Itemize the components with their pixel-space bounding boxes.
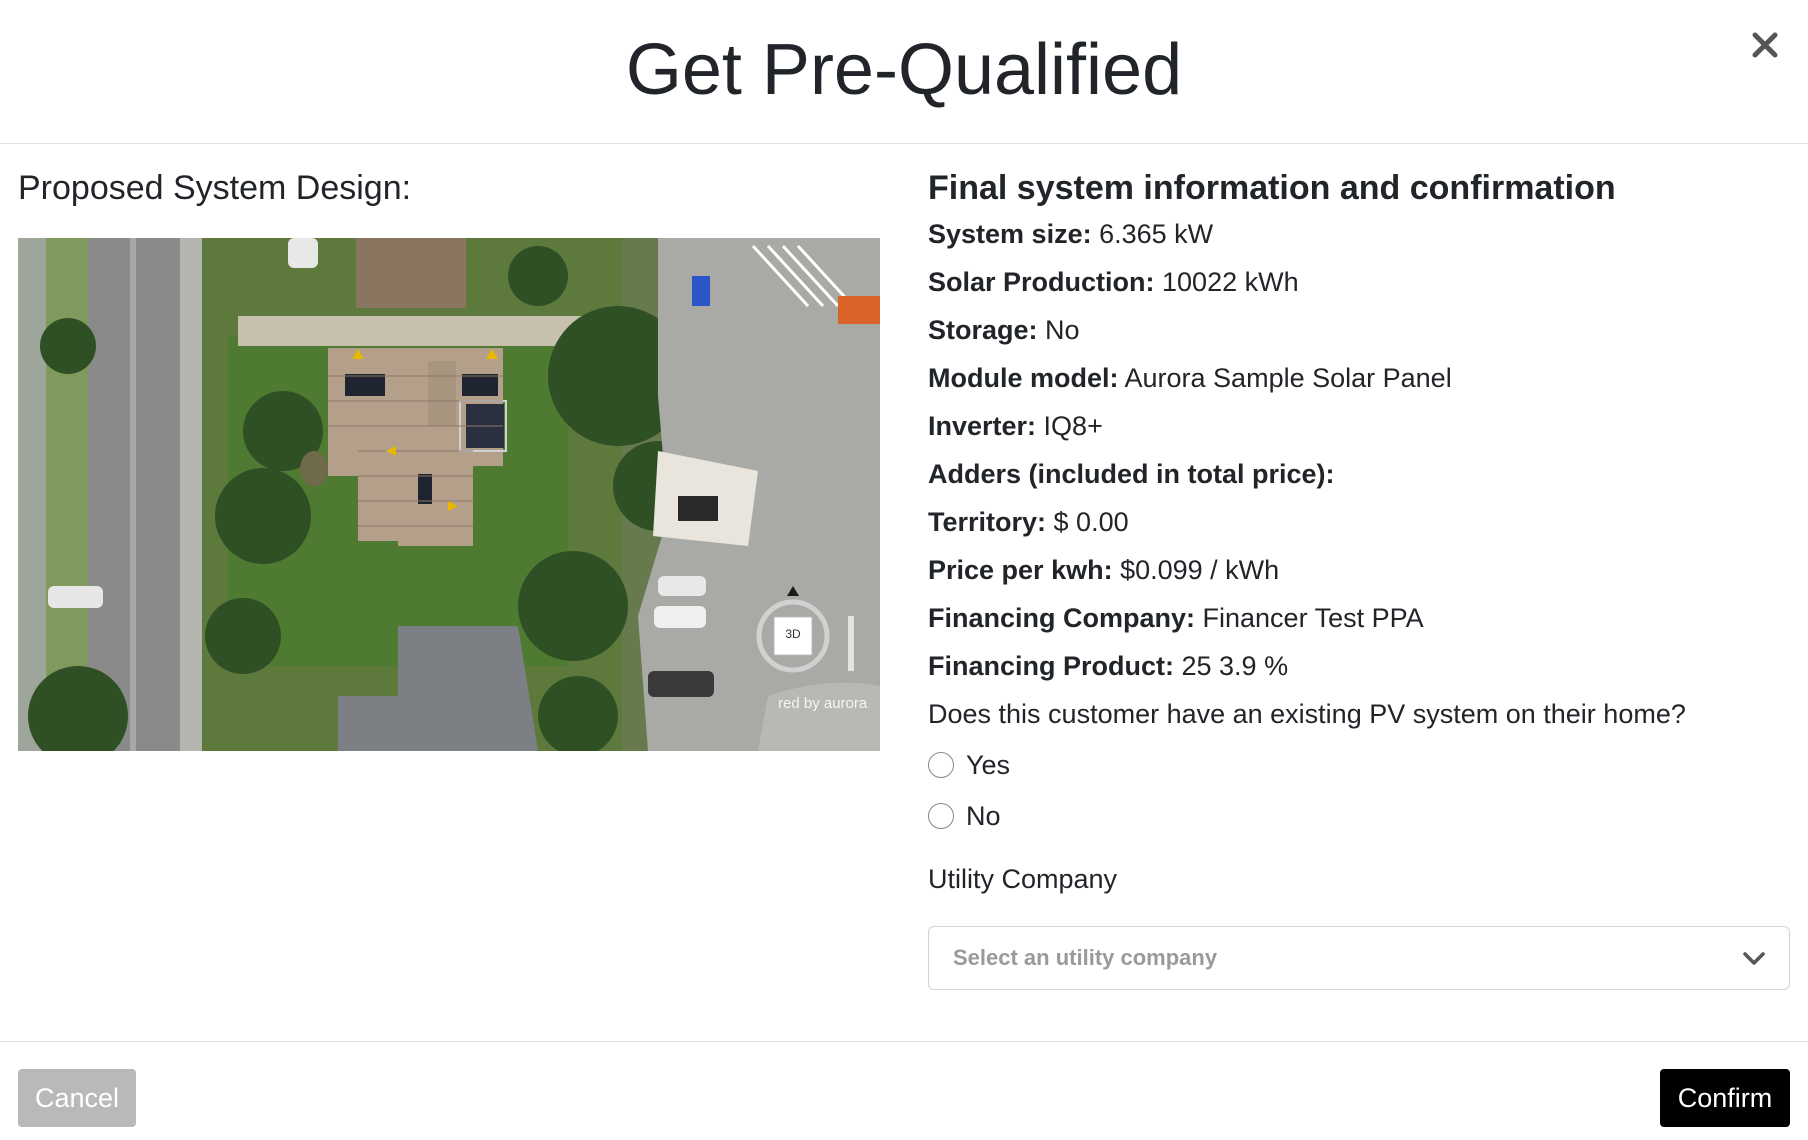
system-info-value: $0.099 / kWh [1112,555,1280,585]
no-radio-label: No [966,801,1001,831]
system-info-row: System size: 6.365 kW [928,218,1790,250]
system-info-value: 25 3.9 % [1174,651,1289,681]
system-info-row: Inverter: IQ8+ [928,410,1790,442]
system-info-panel: Final system information and confirmatio… [928,166,1790,990]
system-info-value: Financer Test PPA [1195,603,1424,633]
modal-title: Get Pre-Qualified [625,30,1183,110]
system-info-row: Module model: Aurora Sample Solar Panel [928,362,1790,394]
system-info-value: 6.365 kW [1091,219,1214,249]
system-info-row: Price per kwh: $0.099 / kWh [928,554,1790,586]
system-info-value: $ 0.00 [1046,507,1129,537]
yes-radio-label: Yes [966,750,1011,780]
existing-pv-yes-option[interactable]: Yes [928,748,1790,782]
system-info-value: No [1037,315,1080,345]
system-info-label: Storage: [928,315,1038,345]
system-design-map[interactable]: 3D red by aurora [18,216,880,751]
yes-radio[interactable] [928,752,954,778]
system-info-row: Financing Company: Financer Test PPA [928,602,1790,634]
map-watermark: red by aurora [778,695,868,712]
system-info-title: Final system information and confirmatio… [928,169,1616,207]
system-info-label: Territory: [928,507,1047,537]
no-radio[interactable] [928,803,954,829]
existing-pv-question: Does this customer have an existing PV s… [928,699,1686,729]
utility-company-label: Utility Company [928,864,1118,894]
proposed-design-title: Proposed System Design: [18,169,412,207]
utility-company-select[interactable]: Select an utility company [928,926,1790,990]
system-info-value: Aurora Sample Solar Panel [1118,363,1452,393]
system-info-value: 10022 kWh [1154,267,1299,297]
system-info-row: Storage: No [928,314,1790,346]
proposed-design-panel: Proposed System Design: 3D red by aurora [18,166,880,751]
system-info-list: System size: 6.365 kW Solar Production: 1… [928,218,1790,682]
system-info-label: Solar Production: [928,267,1155,297]
system-info-label: Adders (included in total price): [928,459,1335,489]
utility-company-placeholder: Select an utility company [953,945,1218,970]
system-info-row: Financing Product: 25 3.9 % [928,650,1790,682]
close-icon[interactable] [1744,24,1786,66]
system-info-row: Adders (included in total price): [928,458,1790,490]
system-info-label: Module model: [928,363,1119,393]
confirm-button[interactable]: Confirm [1660,1069,1790,1127]
cancel-button[interactable]: Cancel [18,1069,136,1127]
system-info-row: Territory: $ 0.00 [928,506,1790,538]
map-3d-button[interactable]: 3D [776,627,810,641]
system-info-label: Inverter: [928,411,1037,441]
system-info-label: Price per kwh: [928,555,1113,585]
system-info-row: Solar Production: 10022 kWh [928,266,1790,298]
chevron-down-icon [1743,952,1765,965]
system-info-label: Financing Company: [928,603,1196,633]
system-info-label: System size: [928,219,1092,249]
modal-header: Get Pre-Qualified [0,0,1808,144]
system-info-value: IQ8+ [1036,411,1103,441]
modal-footer: Cancel Confirm [0,1041,1808,1140]
existing-pv-no-option[interactable]: No [928,799,1790,833]
system-info-label: Financing Product: [928,651,1174,681]
